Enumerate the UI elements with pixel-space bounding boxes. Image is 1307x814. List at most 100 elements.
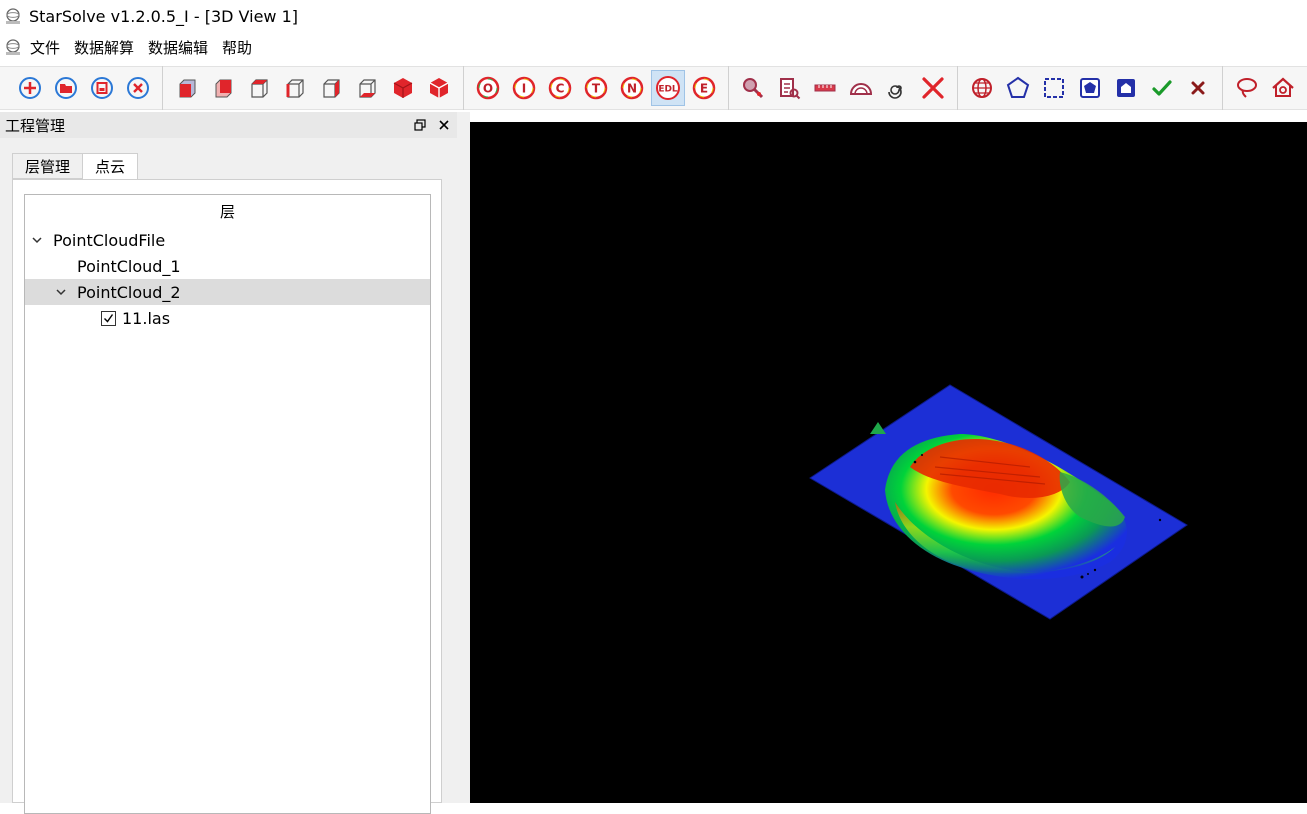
toolbar-group-extra: [1223, 66, 1307, 110]
measure-angle-button[interactable]: [844, 70, 878, 106]
svg-text:O: O: [483, 82, 493, 96]
point-cloud-render: [809, 384, 1188, 620]
project-tabs: 层管理 点云: [12, 153, 139, 180]
svg-text:E: E: [700, 82, 708, 96]
edl-icon: EDL: [656, 76, 680, 100]
mode-c-button[interactable]: C: [543, 70, 577, 106]
tree-column-header[interactable]: 层: [25, 195, 430, 227]
letter-e-icon: E: [692, 76, 716, 100]
menu-data-solve[interactable]: 数据解算: [74, 37, 134, 58]
polygon-fill-icon: [1080, 78, 1100, 98]
close-icon: [439, 120, 449, 130]
restore-icon: [414, 119, 426, 131]
rotate-tool-button[interactable]: [880, 70, 914, 106]
panel-splitter[interactable]: [457, 112, 470, 803]
3d-viewport[interactable]: [470, 122, 1307, 803]
view-back-button[interactable]: [206, 70, 240, 106]
tree-item-label: PointCloud_2: [77, 282, 181, 302]
tree-item-label: PointCloud_1: [77, 256, 181, 276]
svg-text:N: N: [627, 82, 637, 96]
delete-x-icon: [922, 77, 944, 99]
new-project-button[interactable]: [13, 70, 47, 106]
letter-n-icon: N: [620, 76, 644, 100]
rect-select-button[interactable]: [1037, 70, 1071, 106]
file-visibility-checkbox[interactable]: [101, 310, 116, 326]
panel-close-button[interactable]: [433, 114, 455, 136]
open-project-button[interactable]: [49, 70, 83, 106]
view-left-button[interactable]: [278, 70, 312, 106]
cube-iso-icon: [393, 78, 413, 98]
add-circle-icon: [19, 77, 41, 99]
menu-file[interactable]: 文件: [30, 37, 60, 58]
mode-t-button[interactable]: T: [579, 70, 613, 106]
toolbar-group-modes: O I C T N EDL E: [464, 66, 729, 110]
letter-t-icon: T: [584, 76, 608, 100]
panel-float-button[interactable]: [409, 114, 431, 136]
tab-layer-management[interactable]: 层管理: [12, 153, 84, 179]
point-info-button[interactable]: [772, 70, 806, 106]
view-front-button[interactable]: [170, 70, 204, 106]
view-top-button[interactable]: [242, 70, 276, 106]
polygon-select-button[interactable]: [1001, 70, 1035, 106]
check-icon: [104, 313, 114, 323]
home-select-button[interactable]: [1109, 70, 1143, 106]
edl-button[interactable]: EDL: [651, 70, 685, 106]
toolbar-group-views: [163, 66, 464, 110]
letter-i-icon: I: [512, 76, 536, 100]
close-project-button[interactable]: [121, 70, 155, 106]
mode-e-button[interactable]: E: [687, 70, 721, 106]
toolbar-group-project: [0, 66, 163, 110]
measure-distance-button[interactable]: [808, 70, 842, 106]
cube-wire-left-icon: [286, 79, 304, 98]
letter-c-icon: C: [548, 76, 572, 100]
app-logo-icon[interactable]: [4, 38, 22, 56]
cube-wire-bottom-icon: [359, 79, 376, 98]
chevron-down-icon[interactable]: [29, 232, 45, 248]
rectangle-dashed-icon: [1044, 78, 1064, 98]
tree-item-label: PointCloudFile: [53, 230, 166, 250]
polygon-fill-button[interactable]: [1073, 70, 1107, 106]
menu-bar: 文件 数据解算 数据编辑 帮助: [0, 34, 1307, 60]
tab-content: 层 PointCloudFile PointCloud_1 PointCloud…: [12, 179, 442, 814]
svg-text:I: I: [522, 82, 526, 96]
home-view-button[interactable]: [1266, 70, 1300, 106]
tree-row-pointcloud-2[interactable]: PointCloud_2: [25, 279, 430, 305]
cube-split-icon: [429, 78, 449, 98]
menu-data-edit[interactable]: 数据编辑: [148, 37, 208, 58]
mode-i-button[interactable]: I: [507, 70, 541, 106]
app-logo-icon: [4, 7, 22, 25]
tab-point-cloud[interactable]: 点云: [82, 153, 139, 180]
save-icon: [91, 77, 113, 99]
lasso-icon: [1237, 78, 1257, 98]
point-pick-icon: [743, 78, 764, 99]
close-circle-icon: [127, 77, 149, 99]
lasso-button[interactable]: [1230, 70, 1264, 106]
cube-back-icon: [215, 79, 232, 98]
tree-row-root[interactable]: PointCloudFile: [25, 227, 430, 253]
main-toolbar: O I C T N EDL E: [0, 66, 1307, 110]
tree-row-pointcloud-1[interactable]: PointCloud_1: [25, 253, 430, 279]
view-iso-split-button[interactable]: [422, 70, 456, 106]
cancel-button[interactable]: [1181, 70, 1215, 106]
mode-o-button[interactable]: O: [471, 70, 505, 106]
project-panel-title: 工程管理: [5, 116, 66, 135]
tree-row-las-file[interactable]: 11.las: [25, 305, 430, 331]
sphere-select-button[interactable]: [965, 70, 999, 106]
view-iso-button[interactable]: [386, 70, 420, 106]
delete-tool-button[interactable]: [916, 70, 950, 106]
mode-n-button[interactable]: N: [615, 70, 649, 106]
toolbar-group-tools: [729, 66, 958, 110]
view-right-button[interactable]: [314, 70, 348, 106]
menu-help[interactable]: 帮助: [222, 37, 252, 58]
chevron-down-icon[interactable]: [53, 284, 69, 300]
save-project-button[interactable]: [85, 70, 119, 106]
protractor-icon: [849, 83, 873, 95]
svg-text:C: C: [556, 82, 565, 96]
cube-front-icon: [179, 79, 196, 98]
svg-text:EDL: EDL: [658, 85, 678, 95]
point-pick-button[interactable]: [736, 70, 770, 106]
project-panel-header: 工程管理: [0, 112, 457, 138]
view-bottom-button[interactable]: [350, 70, 384, 106]
title-bar: StarSolve v1.2.0.5_I - [3D View 1]: [0, 0, 1307, 32]
confirm-button[interactable]: [1145, 70, 1179, 106]
